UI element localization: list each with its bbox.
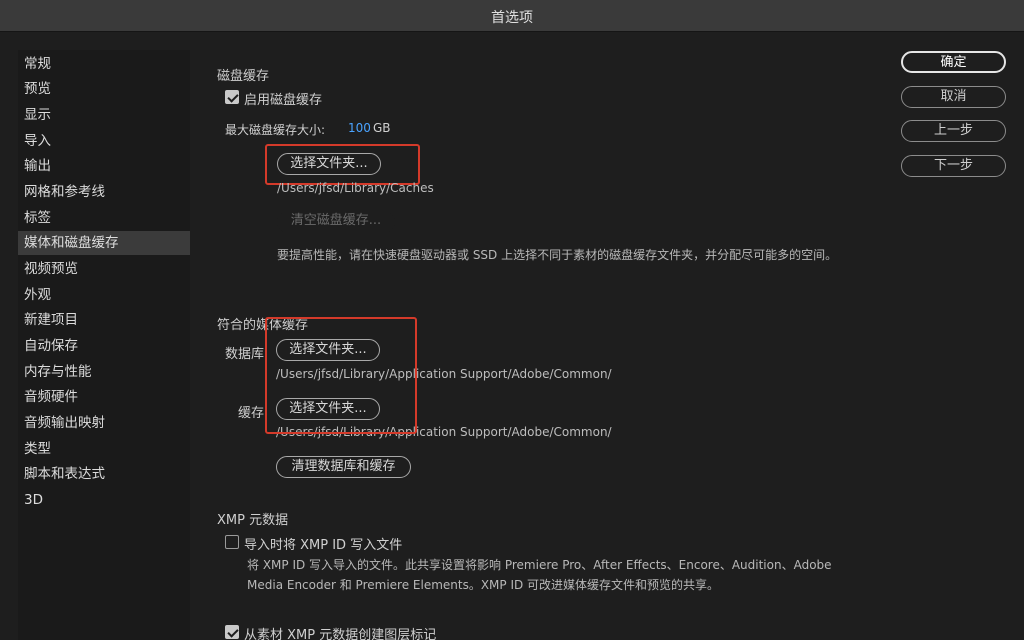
sidebar-item-memory-performance[interactable]: 内存与性能 xyxy=(18,360,190,384)
write-xmp-id-label: 导入时将 XMP ID 写入文件 xyxy=(244,538,403,553)
cancel-button[interactable]: 取消 xyxy=(901,86,1006,108)
sidebar-item-new-project[interactable]: 新建项目 xyxy=(18,308,190,332)
xmp-note: 将 XMP ID 写入导入的文件。此共享设置将影响 Premiere Pro、A… xyxy=(247,558,832,592)
highlight-box xyxy=(265,317,417,434)
max-cache-size-label: 最大磁盘缓存大小: xyxy=(225,123,326,137)
disk-cache-path: /Users/jfsd/Library/Caches xyxy=(277,181,434,195)
sidebar-item-auto-save[interactable]: 自动保存 xyxy=(18,334,190,358)
sidebar-item-media-disk-cache[interactable]: 媒体和磁盘缓存 xyxy=(18,231,190,255)
cache-label: 缓存: xyxy=(238,406,269,421)
next-button[interactable]: 下一步 xyxy=(901,155,1006,177)
window-title: 首选项 xyxy=(491,10,533,26)
sidebar-item-scripts-expressions[interactable]: 脚本和表达式 xyxy=(18,462,190,486)
create-markers-checkbox[interactable] xyxy=(225,625,239,639)
sidebar-item-labels[interactable]: 标签 xyxy=(18,206,190,230)
ok-button[interactable]: 确定 xyxy=(901,51,1006,73)
sidebar-item-video-preview[interactable]: 视频预览 xyxy=(18,257,190,281)
create-markers-label: 从素材 XMP 元数据创建图层标记 xyxy=(244,628,437,640)
sidebar-item-audio-output-mapping[interactable]: 音频输出映射 xyxy=(18,411,190,435)
sidebar-item-3d[interactable]: 3D xyxy=(18,488,190,512)
disk-cache-title: 磁盘缓存 xyxy=(217,69,270,84)
sidebar-item-display[interactable]: 显示 xyxy=(18,103,190,127)
sidebar-item-general[interactable]: 常规 xyxy=(18,52,190,76)
title-bar: 首选项 xyxy=(0,0,1024,32)
previous-button[interactable]: 上一步 xyxy=(901,120,1006,142)
sidebar-item-appearance[interactable]: 外观 xyxy=(18,283,190,307)
database-label: 数据库: xyxy=(225,347,269,362)
xmp-title: XMP 元数据 xyxy=(217,513,289,528)
disk-cache-note: 要提高性能，请在快速硬盘驱动器或 SSD 上选择不同于素材的磁盘缓存文件夹，并分… xyxy=(277,248,838,262)
clear-disk-cache-button[interactable]: 清空磁盘缓存... xyxy=(277,211,395,233)
sidebar-item-grids-guides[interactable]: 网格和参考线 xyxy=(18,180,190,204)
enable-disk-cache-label: 启用磁盘缓存 xyxy=(244,93,323,108)
sidebar-item-audio-hardware[interactable]: 音频硬件 xyxy=(18,385,190,409)
max-cache-size-value[interactable]: 100 xyxy=(348,121,371,135)
clean-database-cache-button[interactable]: 清理数据库和缓存 xyxy=(276,456,411,478)
enable-disk-cache-checkbox[interactable] xyxy=(225,90,239,104)
max-cache-size-unit: GB xyxy=(373,121,391,135)
sidebar-item-preview[interactable]: 预览 xyxy=(18,77,190,101)
sidebar-item-type[interactable]: 类型 xyxy=(18,437,190,461)
preferences-sidebar: 常规 预览 显示 导入 输出 网格和参考线 标签 媒体和磁盘缓存 视频预览 外观… xyxy=(18,50,190,640)
sidebar-item-output[interactable]: 输出 xyxy=(18,154,190,178)
preferences-content: 磁盘缓存 启用磁盘缓存 最大磁盘缓存大小: 100 GB 选择文件夹... /U… xyxy=(190,32,880,640)
sidebar-item-import[interactable]: 导入 xyxy=(18,129,190,153)
highlight-box xyxy=(265,144,420,185)
write-xmp-id-checkbox[interactable] xyxy=(225,535,239,549)
